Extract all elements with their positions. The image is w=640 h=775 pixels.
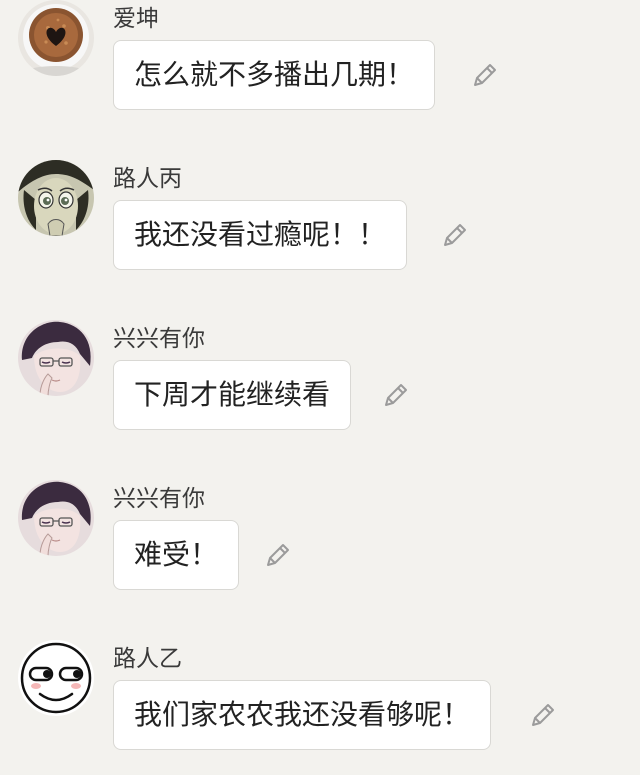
comment-bubble: 下周才能继续看 [113,360,352,430]
comment-author: 兴兴有你 [113,486,205,512]
pencil-icon[interactable] [381,380,411,410]
pencil-icon[interactable] [440,220,470,250]
comment-item: 爱坤 怎么就不多播出几期！ [0,0,640,130]
comment-bubble: 难受！ [113,520,240,590]
crying-cartoon-face-avatar[interactable] [18,160,94,236]
comment-item: 路人乙 我们家农农我还没看够呢！ [0,640,640,770]
comment-item: 兴兴有你 难受！ [0,480,640,610]
comment-bubble: 怎么就不多播出几期！ [113,40,436,110]
anime-boy-glasses-avatar[interactable] [18,320,94,396]
comment-bubble: 我们家农农我还没看够呢！ [113,680,492,750]
pencil-icon[interactable] [528,700,558,730]
smirk-emoji-face-avatar[interactable] [18,640,94,716]
comment-item: 路人丙 我还没看过瘾呢！！ [0,160,640,290]
comment-author: 路人丙 [113,166,182,192]
pencil-icon[interactable] [263,540,293,570]
comment-author: 兴兴有你 [113,326,205,352]
comment-author: 路人乙 [113,646,182,672]
anime-boy-glasses-avatar[interactable] [18,480,94,556]
comment-bubble: 我还没看过瘾呢！！ [113,200,408,270]
coffee-heart-avatar[interactable] [18,0,94,76]
comment-item: 兴兴有你 下周才能继续看 [0,320,640,450]
pencil-icon[interactable] [470,60,500,90]
comment-author: 爱坤 [113,6,159,32]
